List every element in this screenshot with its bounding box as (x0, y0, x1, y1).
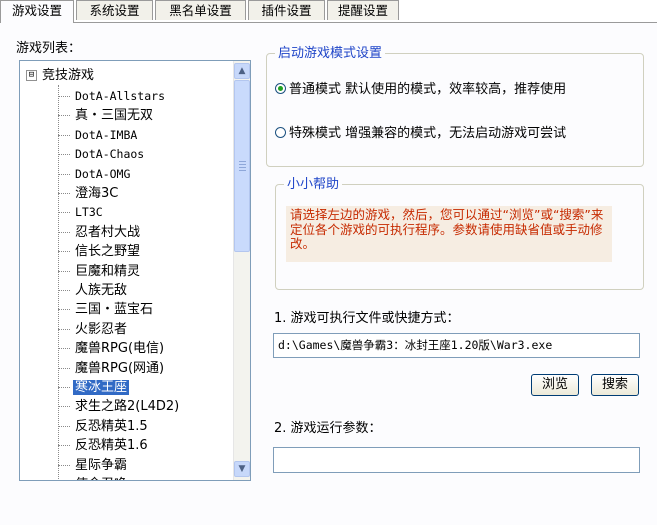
tree-branch-line (58, 135, 70, 136)
tree-item-label: 寒冰王座 (73, 380, 130, 395)
tree-item-label: 魔兽RPG(网通) (75, 361, 165, 376)
tree-root-competitive[interactable]: ⊟ 竞技游戏 (26, 67, 94, 85)
radio-special-mode[interactable]: 特殊模式 增强兼容的模式，无法启动游戏可尝试 (275, 125, 566, 143)
tree-item-label: 魔兽RPG(电信) (75, 341, 165, 356)
game-tree[interactable]: ⊟ 竞技游戏 DotA-Allstars 真・三国无双 DotA-IMBA DotA-C… (19, 60, 251, 481)
tree-item[interactable]: 火影忍者 (58, 320, 129, 339)
tree-branch-line (58, 96, 70, 97)
scroll-thumb[interactable] (234, 80, 250, 252)
tree-scrollbar[interactable]: ▲ ▼ (233, 61, 250, 480)
tab-plugin-settings[interactable]: 插件设置 (248, 0, 325, 20)
tree-item[interactable]: 巨魔和精灵 (58, 262, 142, 281)
tab-blacklist-settings[interactable]: 黑名单设置 (155, 0, 246, 20)
help-group: 小小帮助 请选择左边的游戏，然后，您可以通过“浏览”或“搜索”来定位各个游戏的可… (275, 176, 644, 290)
tab-reminder-settings[interactable]: 提醒设置 (327, 0, 399, 20)
thumb-grip-line (239, 167, 246, 168)
tree-branch-line (58, 271, 70, 272)
tree-item[interactable]: 魔兽RPG(电信) (58, 339, 166, 358)
tree-branch-line (58, 348, 70, 349)
tree-branch-line (58, 329, 70, 330)
tree-branch-line (58, 193, 70, 194)
tree-item-label: 反恐精英1.5 (75, 419, 148, 434)
tree-item[interactable]: 反恐精英1.6 (58, 436, 150, 455)
tree-item-label: 星际争霸 (75, 458, 128, 473)
tree-item[interactable]: 澄海3C (58, 184, 120, 203)
tree-item-label: 求生之路2(L4D2) (75, 399, 180, 414)
help-text: 请选择左边的游戏，然后，您可以通过“浏览”或“搜索”来定位各个游戏的可执行程序。… (286, 206, 612, 262)
tree-item-label: 人族无敌 (75, 283, 128, 298)
tree-item-label: 三国・蓝宝石 (75, 302, 154, 317)
tree-item[interactable]: 反恐精英1.5 (58, 417, 150, 436)
run-params-input[interactable] (273, 447, 640, 473)
tree-item-label: DotA-IMBA (75, 128, 138, 142)
tree-branch-line (58, 387, 70, 388)
tree-branch-line (58, 309, 70, 310)
tree-item-label: LT3C (75, 205, 103, 219)
normal-mode-label: 普通模式 默认使用的模式，效率较高，推荐使用 (289, 82, 567, 97)
tree-branch-line (58, 290, 70, 291)
tree-branch-line (58, 445, 70, 446)
tree-item[interactable]: 三国・蓝宝石 (58, 300, 155, 319)
tree-item[interactable]: 人族无敌 (58, 281, 129, 300)
tree-item-label: 火影忍者 (75, 322, 128, 337)
radio-normal-mode[interactable]: 普通模式 默认使用的模式，效率较高，推荐使用 (275, 81, 566, 99)
tree-item-label: DotA-Chaos (75, 147, 145, 161)
tree-branch-line (58, 212, 70, 213)
tree-item[interactable]: 真・三国无双 (58, 106, 155, 125)
radio-unchecked-icon[interactable] (275, 127, 286, 138)
tree-item[interactable]: LT3C (58, 203, 105, 222)
startup-mode-group: 启动游戏模式设置 普通模式 默认使用的模式，效率较高，推荐使用 特殊模式 增强兼… (266, 45, 644, 167)
tree-item-label: 澄海3C (75, 186, 119, 201)
tab-bar: 游戏设置 系统设置 黑名单设置 插件设置 提醒设置 (0, 0, 657, 23)
tree-item-label: 反恐精英1.6 (75, 438, 148, 453)
tree-item[interactable]: 求生之路2(L4D2) (58, 397, 181, 416)
startup-mode-title: 启动游戏模式设置 (275, 45, 386, 62)
radio-checked-icon[interactable] (275, 83, 286, 94)
thumb-grip-line (239, 161, 246, 162)
tree-item[interactable]: DotA-Allstars (58, 87, 167, 106)
tree-branch-line (58, 174, 70, 175)
tree-item-label: 使命召唤 (73, 477, 129, 480)
tab-system-settings[interactable]: 系统设置 (76, 0, 153, 20)
scroll-down-button[interactable]: ▼ (234, 461, 250, 477)
thumb-grip-line (239, 170, 246, 171)
game-list-label: 游戏列表： (16, 41, 82, 56)
help-title: 小小帮助 (284, 176, 343, 193)
tree-item[interactable]: 使命召唤 (58, 475, 129, 480)
exe-path-label: 1. 游戏可执行文件或快捷方式： (274, 311, 460, 326)
tree-item[interactable]: 寒冰王座 (58, 378, 130, 397)
tree-item-label: 忍者村大战 (75, 225, 141, 240)
browse-button[interactable]: 浏览 (531, 374, 579, 396)
tree-branch-line (58, 426, 70, 427)
run-params-label: 2. 游戏运行参数： (274, 421, 382, 436)
tree-branch-line (58, 465, 70, 466)
tree-item[interactable]: 忍者村大战 (58, 223, 142, 242)
tree-branch-line (58, 251, 70, 252)
tree-item[interactable]: DotA-OMG (58, 165, 132, 184)
tree-item-label: 信长之野望 (75, 244, 141, 259)
tree-branch-line (58, 154, 70, 155)
tree-item-label: 真・三国无双 (75, 108, 154, 123)
tree-item-label: 巨魔和精灵 (75, 264, 141, 279)
tree-item[interactable]: DotA-IMBA (58, 126, 139, 145)
tree-branch-line (58, 232, 70, 233)
scroll-up-button[interactable]: ▲ (234, 63, 250, 79)
tree-root-label: 竞技游戏 (42, 68, 95, 83)
tree-branch-line (58, 115, 70, 116)
tree-item[interactable]: 信长之野望 (58, 242, 142, 261)
tree-branch-line (58, 406, 70, 407)
tree-item-label: DotA-Allstars (75, 89, 166, 103)
tree-branch-line (58, 368, 70, 369)
tree-item[interactable]: 星际争霸 (58, 456, 129, 475)
collapse-icon[interactable]: ⊟ (26, 70, 37, 81)
tree-item-label: DotA-OMG (75, 167, 131, 181)
tree-item[interactable]: DotA-Chaos (58, 145, 146, 164)
search-button[interactable]: 搜索 (591, 374, 639, 396)
tab-game-settings[interactable]: 游戏设置 (0, 0, 74, 23)
tree-item[interactable]: 魔兽RPG(网通) (58, 359, 166, 378)
special-mode-label: 特殊模式 增强兼容的模式，无法启动游戏可尝试 (289, 126, 567, 141)
thumb-grip-line (239, 164, 246, 165)
exe-path-input[interactable]: d:\Games\魔兽争霸3：冰封王座1.20版\War3.exe (273, 333, 640, 358)
